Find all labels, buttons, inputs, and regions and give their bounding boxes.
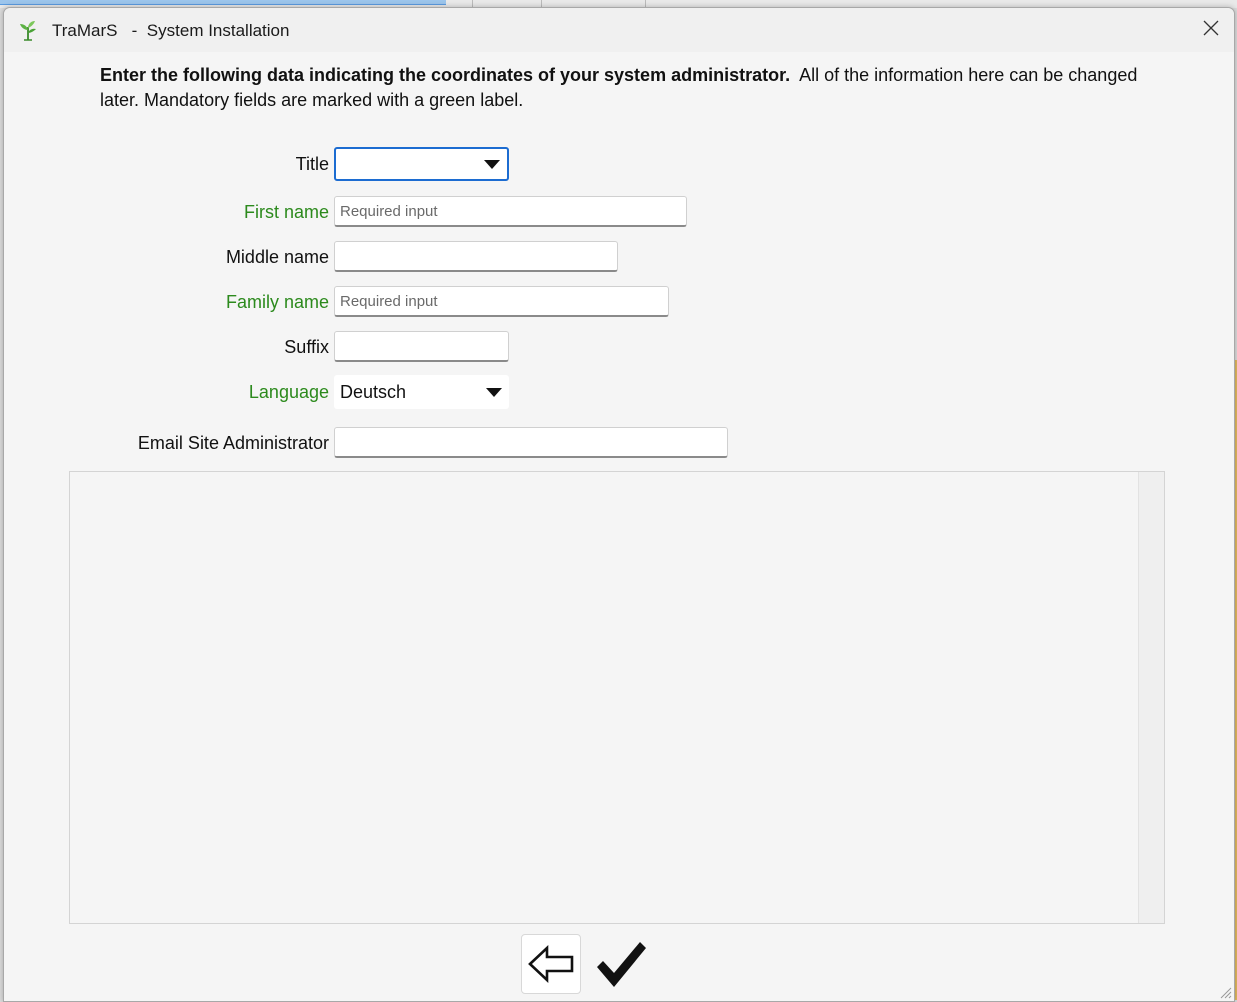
background-active-tab	[0, 0, 446, 5]
window-title: TraMarS - System Installation	[52, 21, 289, 41]
back-button[interactable]	[521, 934, 581, 994]
panel-scrollbar[interactable]	[1138, 472, 1164, 923]
checkmark-icon	[597, 942, 646, 987]
dialog-title: System Installation	[146, 21, 290, 40]
app-name: TraMarS	[52, 21, 118, 40]
title-label: Title	[295, 154, 329, 174]
middle-name-label: Middle name	[225, 247, 329, 267]
first-name-input[interactable]	[334, 196, 687, 227]
family-name-label: Family name	[225, 292, 329, 312]
intro-text: Enter the following data indicating the …	[100, 63, 1140, 113]
confirm-button[interactable]	[590, 934, 650, 994]
installation-dialog: TraMarS - System Installation Enter the …	[3, 7, 1235, 1002]
resize-grip-icon[interactable]	[1218, 985, 1232, 999]
title-label-box: Title	[4, 147, 329, 181]
language-label-box: Language	[4, 375, 329, 409]
title-bar[interactable]: TraMarS - System Installation	[4, 8, 1234, 52]
language-select-value: Deutsch	[340, 382, 407, 402]
middle-name-input[interactable]	[334, 241, 618, 272]
email-label-box: Email Site Administrator	[4, 426, 329, 460]
first-name-label-box: First name	[4, 195, 329, 229]
close-icon	[1203, 20, 1219, 36]
suffix-label: Suffix	[284, 337, 329, 357]
family-name-input[interactable]	[334, 286, 669, 317]
suffix-label-box: Suffix	[4, 330, 329, 364]
middle-name-label-box: Middle name	[4, 240, 329, 274]
back-arrow-icon	[528, 944, 574, 984]
content-panel	[69, 471, 1165, 924]
suffix-input[interactable]	[334, 331, 509, 362]
email-label: Email Site Administrator	[137, 433, 329, 453]
close-button[interactable]	[1188, 8, 1234, 48]
email-input[interactable]	[334, 427, 728, 458]
title-select[interactable]	[334, 147, 509, 181]
language-select[interactable]: Deutsch	[334, 375, 509, 409]
dropdown-arrow-icon	[486, 388, 502, 397]
family-name-label-box: Family name	[4, 285, 329, 319]
dropdown-arrow-icon	[484, 160, 500, 169]
plant-icon	[20, 21, 36, 41]
language-label: Language	[248, 382, 329, 402]
intro-bold: Enter the following data indicating the …	[100, 65, 791, 85]
first-name-label: First name	[243, 202, 329, 222]
title-separator: -	[131, 21, 138, 40]
